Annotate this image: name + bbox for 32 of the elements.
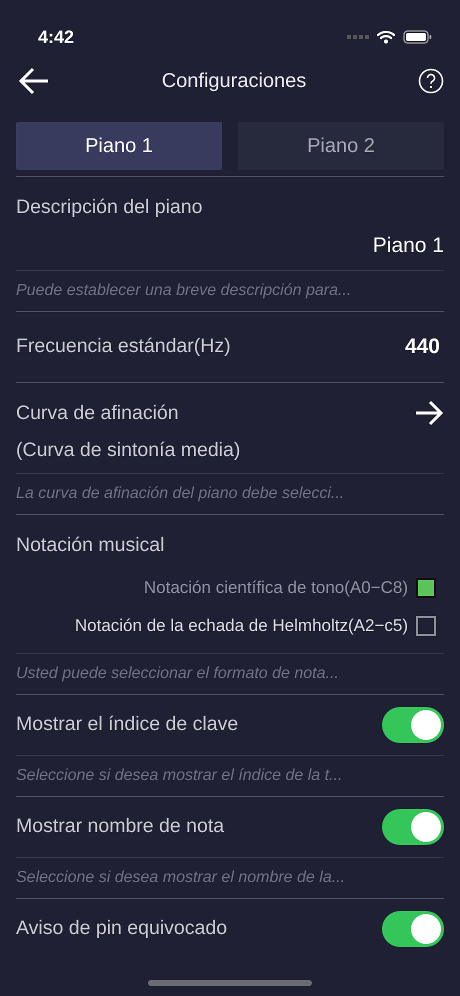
description-value[interactable]: Piano 1 [372, 230, 444, 262]
status-time: 4:42 [38, 26, 74, 48]
wifi-icon [377, 30, 395, 44]
curve-value: (Curva de sintonía media) [16, 438, 242, 463]
setting-label: Mostrar nombre de nota [16, 814, 224, 839]
help-icon[interactable] [418, 68, 444, 94]
piano-tab[interactable]: Piano 1 [16, 122, 222, 170]
hint-text: La curva de afinación del piano debe selecci... [16, 484, 346, 504]
toggle-switch[interactable] [382, 808, 444, 844]
piano-tab[interactable]: Piano 2 [238, 122, 444, 170]
option-label: Notación científica de tono(A0−C8) [144, 576, 408, 599]
setting-label: Aviso de pin equivocado [16, 916, 228, 941]
setting-label: Frecuencia estándar(Hz) [16, 334, 231, 360]
hint-text: Seleccione si desea mostrar el índice de la t... [16, 766, 344, 786]
setting-label: Mostrar el índice de clave [16, 712, 238, 737]
setting-label: Curva de afinación [16, 400, 179, 426]
frequency-value[interactable]: 440 [404, 331, 440, 362]
hint-text: Puede establecer una breve descripción para... [16, 280, 352, 301]
toggle-switch[interactable] [382, 706, 444, 742]
toggle-switch[interactable] [382, 910, 444, 946]
forward-arrow-icon[interactable] [414, 399, 444, 428]
battery-icon [403, 30, 432, 44]
hint-text: Usted puede seleccionar el formato de nota... [16, 664, 340, 684]
option-label: Notación de la echada de Helmholtz(A2−c5) [74, 614, 408, 637]
setting-label: Notación musical [16, 533, 166, 558]
hint-text: Seleccione si desea mostrar el nombre de la... [16, 868, 346, 888]
checkbox[interactable] [416, 578, 436, 598]
setting-label: Descripción del piano [16, 195, 204, 220]
back-arrow-icon[interactable] [18, 67, 50, 95]
page-title: Configuraciones [162, 69, 306, 94]
cellular-signal-icon [347, 35, 369, 39]
checkbox[interactable] [416, 616, 436, 636]
